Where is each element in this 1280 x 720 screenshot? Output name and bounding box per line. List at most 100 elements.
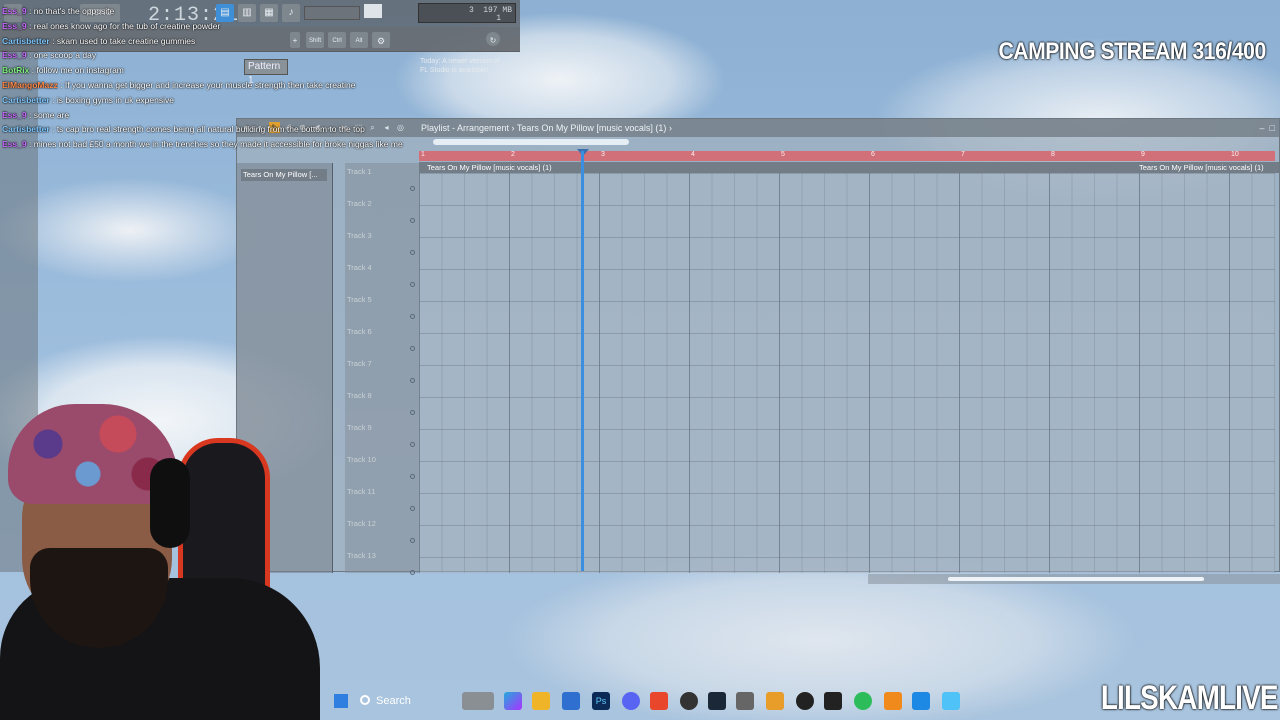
chat-text: real ones know ago for the tub of creati… [33, 20, 221, 31]
capcut-icon[interactable] [796, 692, 814, 710]
brave-icon[interactable] [650, 692, 668, 710]
obs-icon[interactable] [680, 692, 698, 710]
ruler-bar-number: 3 [601, 151, 605, 158]
track-headers: Track 1 Track 2 Track 3 Track 4 Track 5 Track… [345, 163, 419, 575]
track-label[interactable]: Track 10 [347, 455, 407, 471]
copilot-icon[interactable] [504, 692, 522, 710]
timeline-ruler[interactable]: 1 2 3 4 5 6 7 8 9 10 [419, 151, 1275, 161]
ruler-bar-number: 7 [961, 151, 965, 158]
track-mute-dot[interactable] [410, 506, 415, 511]
widget-icon[interactable] [462, 692, 494, 710]
taskbar-search[interactable]: Search [354, 688, 450, 714]
track-label[interactable]: Track 6 [347, 327, 407, 343]
track-mute-dot[interactable] [410, 442, 415, 447]
picker-clip-item[interactable]: Tears On My Pillow [... [241, 169, 327, 181]
chat-message: Cartisbetter : ts cap bro real strength … [2, 122, 422, 137]
chat-username[interactable]: Cartisbetter [2, 36, 50, 46]
taskbar: Search Ps [330, 688, 970, 714]
playhead[interactable] [581, 151, 584, 571]
track-label[interactable]: Track 13 [347, 551, 407, 567]
stream-title: CAMPING STREAM 316/400 [998, 38, 1267, 65]
app-icon-2[interactable] [766, 692, 784, 710]
window-controls[interactable]: – □ [1260, 119, 1275, 137]
track-label[interactable]: Track 3 [347, 231, 407, 247]
track-mute-dot[interactable] [410, 282, 415, 287]
chat-text: some are [33, 109, 70, 120]
streamer-brand: LILSKAMLIVE [1101, 679, 1279, 717]
track-label[interactable]: Track 8 [347, 391, 407, 407]
app-icon[interactable] [736, 692, 754, 710]
discord-icon[interactable] [622, 692, 640, 710]
track-mute-dot[interactable] [410, 538, 415, 543]
chat-text: If you wanna get bigger and increase you… [64, 79, 356, 90]
track-label[interactable]: Track 9 [347, 423, 407, 439]
scroll-thumb[interactable] [948, 577, 1204, 581]
track-mute-dot[interactable] [410, 474, 415, 479]
capture-icon[interactable] [824, 692, 842, 710]
chat-message: Cartisbetter : is boxing gyms in uk expe… [2, 93, 422, 108]
chat-overlay: Ess_9 : no that's the opposite Ess_9 : re… [2, 4, 422, 152]
track-mute-dot[interactable] [410, 570, 415, 575]
top-scrollbar[interactable] [433, 139, 629, 145]
ruler-bar-number: 1 [421, 151, 425, 158]
chat-username[interactable]: Cartisbetter [2, 124, 50, 134]
track-mute-dot[interactable] [410, 410, 415, 415]
chat-username[interactable]: Ess_9 [2, 6, 27, 16]
chat-separator: : [26, 109, 34, 120]
track-mute-dot[interactable] [410, 186, 415, 191]
steam-icon[interactable] [708, 692, 726, 710]
notepad-icon[interactable] [942, 692, 960, 710]
windows-start-icon[interactable] [334, 694, 348, 708]
track-mute-dot[interactable] [410, 218, 415, 223]
store-icon[interactable] [562, 692, 580, 710]
clip-label-2: Tears On My Pillow [music vocals] (1) [1139, 163, 1264, 172]
track-label[interactable]: Track 2 [347, 199, 407, 215]
arrangement-grid[interactable] [419, 173, 1275, 573]
chat-message: Ess_9 : mines not bad £50 a month we in … [2, 137, 422, 152]
chat-username[interactable]: ElMangoMazz [2, 80, 58, 90]
chat-username[interactable]: BotRix [2, 65, 29, 75]
chat-separator: : [26, 50, 34, 61]
webcam-feed [0, 398, 320, 720]
voices-value: 1 [496, 14, 501, 23]
fl-studio-icon[interactable] [884, 692, 902, 710]
audio-clip[interactable]: Tears On My Pillow [music vocals] (1) Te… [419, 162, 1279, 173]
search-icon [360, 695, 370, 705]
track-mute-dot[interactable] [410, 378, 415, 383]
chat-separator: : [49, 124, 57, 135]
horizontal-scrollbar[interactable] [868, 574, 1280, 584]
photoshop-icon[interactable]: Ps [592, 692, 610, 710]
chat-username[interactable]: Cartisbetter [2, 95, 50, 105]
track-mute-dot[interactable] [410, 250, 415, 255]
update-icon[interactable]: ↻ [486, 32, 500, 46]
search-label: Search [376, 695, 411, 707]
chat-message: Ess_9 : one scoop a day [2, 48, 422, 63]
track-label[interactable]: Track 12 [347, 519, 407, 535]
track-label[interactable]: Track 1 [347, 167, 407, 183]
chat-message: Ess_9 : no that's the opposite [2, 4, 422, 19]
track-mute-dot[interactable] [410, 346, 415, 351]
chat-username[interactable]: Ess_9 [2, 110, 27, 120]
chat-message: Cartisbetter : skam used to take creatin… [2, 34, 422, 49]
track-label[interactable]: Track 4 [347, 263, 407, 279]
chat-text: mines not bad £50 a month we in the tren… [33, 139, 403, 150]
chat-separator: : [26, 20, 34, 31]
chat-separator: : [49, 94, 57, 105]
clip-label: Tears On My Pillow [music vocals] (1) [427, 163, 552, 172]
track-label[interactable]: Track 5 [347, 295, 407, 311]
chat-username[interactable]: Ess_9 [2, 21, 27, 31]
update-notice[interactable]: Today: A newer version of FL Studio is a… [420, 57, 502, 79]
track-label[interactable]: Track 11 [347, 487, 407, 503]
chat-separator: : [26, 6, 34, 16]
chat-username[interactable]: Ess_9 [2, 50, 27, 60]
ruler-bar-number: 4 [691, 151, 695, 158]
chat-message: Ess_9 : real ones know ago for the tub o… [2, 19, 422, 34]
app-icon-3[interactable] [912, 692, 930, 710]
track-mute-dot[interactable] [410, 314, 415, 319]
window-title: Playlist - Arrangement › Tears On My Pil… [421, 123, 672, 133]
chat-username[interactable]: Ess_9 [2, 139, 27, 149]
file-explorer-icon[interactable] [532, 692, 550, 710]
spotify-icon[interactable] [854, 692, 872, 710]
ruler-bar-number: 8 [1051, 151, 1055, 158]
track-label[interactable]: Track 7 [347, 359, 407, 375]
